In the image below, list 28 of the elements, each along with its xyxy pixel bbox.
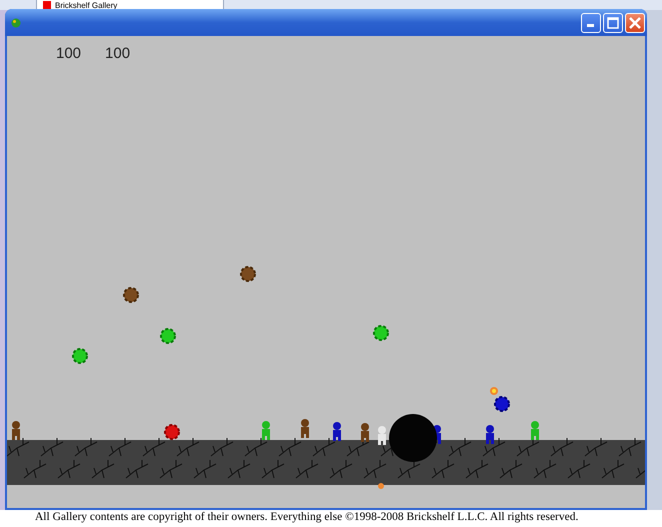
- fireball: [378, 483, 384, 489]
- maximize-icon: [607, 16, 619, 28]
- close-icon: [629, 16, 641, 28]
- ball: [160, 328, 176, 344]
- copyright-notice: All Gallery contents are copyright of their owners. Everything else ©1998-2008 Brickshelf L.L.C. All rights reserved.: [35, 511, 578, 523]
- ball: [72, 348, 88, 364]
- creature-figure: [486, 425, 494, 444]
- maximize-button[interactable]: [603, 12, 623, 32]
- ball: [494, 396, 510, 412]
- creature-figure: [12, 421, 20, 440]
- creature-figure: [361, 423, 369, 442]
- close-button[interactable]: [625, 12, 645, 32]
- ball: [373, 325, 389, 341]
- ball: [164, 424, 180, 440]
- ball: [123, 287, 139, 303]
- score-counter: 100: [56, 45, 82, 62]
- creature-figure: [262, 421, 270, 440]
- app-icon: [11, 18, 21, 28]
- browser-tab[interactable]: Brickshelf Gallery: [36, 0, 224, 10]
- creature-figure: [301, 419, 309, 438]
- creature-figure: [333, 422, 341, 441]
- smoke-cloud: [389, 414, 437, 462]
- score-counter: 100: [105, 45, 130, 62]
- ball: [240, 266, 256, 282]
- creature-figure: [531, 421, 539, 440]
- fireball: [490, 387, 498, 395]
- creature-figure: [378, 426, 386, 445]
- minimize-button[interactable]: [581, 12, 601, 32]
